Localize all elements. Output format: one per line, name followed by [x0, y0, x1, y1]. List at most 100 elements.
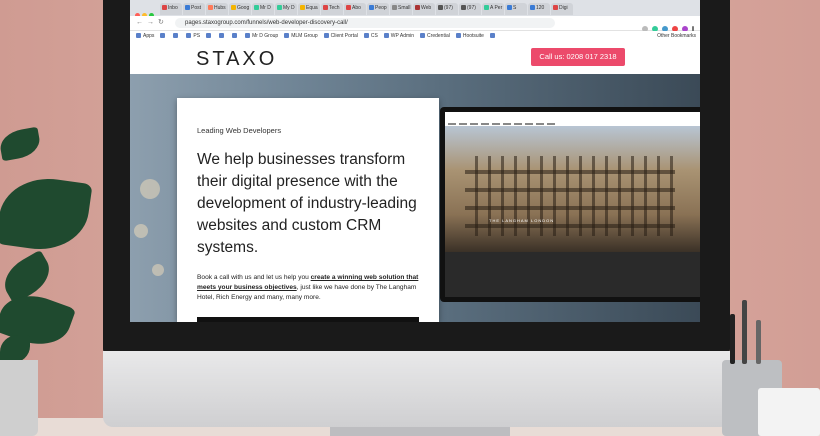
back-icon[interactable]: ← [136, 19, 147, 26]
monitor-chin [103, 351, 730, 427]
tab-label: Inbo [168, 5, 178, 11]
bookmark-item[interactable] [232, 31, 239, 42]
browser-tab[interactable]: Goog [229, 3, 251, 15]
browser-tab[interactable]: Digi [551, 3, 573, 15]
laptop: THE LANGHAM LONDON [440, 107, 700, 302]
laptop-caption: THE LANGHAM LONDON [489, 218, 555, 223]
bookmark-item[interactable] [160, 31, 167, 42]
tab-favicon-icon [208, 5, 213, 11]
browser-tab[interactable]: My D [275, 3, 297, 15]
bookmark-icon [232, 33, 238, 39]
hero-section: Leading Web Developers We help businesse… [130, 74, 700, 322]
bookmark-icon [160, 33, 166, 39]
tab-favicon-icon [553, 5, 558, 11]
nav-buttons: ←→↻ [136, 18, 168, 26]
tab-favicon-icon [415, 5, 420, 11]
bookmark-label: WP Admin [390, 33, 415, 39]
browser-tab[interactable]: Tech [321, 3, 343, 15]
tab-label: A Per [490, 5, 503, 11]
bookmark-item[interactable] [206, 31, 213, 42]
tab-favicon-icon [530, 5, 535, 11]
bookmark-icon [219, 33, 225, 39]
tab-favicon-icon [300, 5, 305, 11]
bookmark-icon [420, 33, 426, 39]
hero-kicker: Leading Web Developers [197, 126, 282, 135]
browser-tab[interactable]: Web [413, 3, 435, 15]
tab-label: Goog [237, 5, 250, 11]
bookmark-icon [455, 33, 461, 39]
browser-tab[interactable]: Small [390, 3, 412, 15]
tab-label: My D [283, 5, 295, 11]
cta-button[interactable] [197, 317, 419, 322]
browser-tab[interactable]: (97) [436, 3, 458, 15]
monitor-stand [330, 427, 510, 436]
tab-favicon-icon [438, 5, 443, 11]
hero-headline: We help businesses transform their digit… [197, 151, 417, 256]
bookmark-label: PS [193, 33, 201, 39]
bookmark-icon [136, 33, 141, 39]
tab-label: Hubs [214, 5, 226, 11]
bookmark-item[interactable]: Client Portal [323, 31, 358, 42]
browser-tab[interactable]: S [505, 3, 527, 15]
bookmark-label: MLM Group [291, 33, 318, 39]
tab-label: S [513, 5, 517, 11]
hero-body: Book a call with us and let us help you … [197, 273, 423, 303]
browser-tab-bar: Inbo Post Hubs Goog Mr D My D Equa Tech Abo Peop S… [130, 0, 700, 18]
bookmark-icon [489, 33, 495, 39]
url-field[interactable]: pages.staxogroup.com/funnels/web-develop… [175, 18, 555, 28]
bookmark-item[interactable]: CS [363, 31, 378, 42]
reload-icon[interactable]: ↻ [158, 19, 168, 26]
browser-tab[interactable]: (97) [459, 3, 481, 15]
tab-label: Peop [375, 5, 387, 11]
tab-label: 120 [536, 5, 545, 11]
tab-label: Digi [559, 5, 568, 11]
bookmark-icon [363, 33, 369, 39]
tab-favicon-icon [392, 5, 397, 11]
tab-favicon-icon [346, 5, 351, 11]
tab-label: Post [191, 5, 202, 11]
bookmark-item[interactable] [219, 31, 226, 42]
bookmark-item[interactable]: Apps [136, 31, 154, 42]
browser-tab[interactable]: Hubs [206, 3, 228, 15]
bookmark-icon [206, 33, 212, 39]
staxo-logo[interactable]: STAXO [196, 48, 277, 71]
browser-tab[interactable]: Abo [344, 3, 366, 15]
browser-tab[interactable]: Peop [367, 3, 389, 15]
address-bar-row: ←→↻ pages.staxogroup.com/funnels/web-dev… [130, 16, 700, 32]
tab-favicon-icon [277, 5, 282, 11]
tab-label: Abo [352, 5, 361, 11]
tab-favicon-icon [369, 5, 374, 11]
browser-tab[interactable]: Equa [298, 3, 320, 15]
hero-body-prefix: Book a call with us and let us help you [197, 274, 311, 281]
tab-favicon-icon [461, 5, 466, 11]
call-us-button[interactable]: Call us: 0208 017 2318 [531, 48, 625, 66]
tab-favicon-icon [185, 5, 190, 11]
bookmark-item[interactable]: Credential [420, 31, 450, 42]
browser-tab[interactable]: 120 [528, 3, 550, 15]
browser-tab[interactable]: A Per [482, 3, 504, 15]
bookmark-item[interactable]: Mr D Group [245, 31, 278, 42]
bookmark-icon [383, 33, 389, 39]
tab-label: Tech [329, 5, 340, 11]
bookmark-item[interactable]: PS [186, 31, 200, 42]
browser-tab[interactable]: Inbo [160, 3, 182, 15]
bookmark-icon [323, 33, 329, 39]
bookmark-label: Mr D Group [252, 33, 279, 39]
browser-tab[interactable]: Mr D [252, 3, 274, 15]
tab-label: Web [421, 5, 432, 11]
hero-card: Leading Web Developers We help businesse… [177, 98, 439, 322]
bookmark-icon [173, 33, 179, 39]
bookmark-label: Apps [143, 33, 155, 39]
tab-label: (97) [444, 5, 453, 11]
forward-icon[interactable]: → [147, 19, 158, 26]
bookmark-item[interactable]: Hootsuite [455, 31, 484, 42]
laptop-screen: THE LANGHAM LONDON [445, 112, 700, 297]
bookmark-item[interactable]: MLM Group [284, 31, 318, 42]
bookmark-item[interactable]: WP Admin [383, 31, 415, 42]
tab-favicon-icon [162, 5, 167, 11]
other-bookmarks[interactable]: Other Bookmarks [657, 31, 696, 42]
bookmark-icon [245, 33, 251, 39]
browser-tab[interactable]: Post [183, 3, 205, 15]
bookmark-item[interactable] [173, 31, 180, 42]
bookmark-item[interactable] [489, 31, 497, 42]
